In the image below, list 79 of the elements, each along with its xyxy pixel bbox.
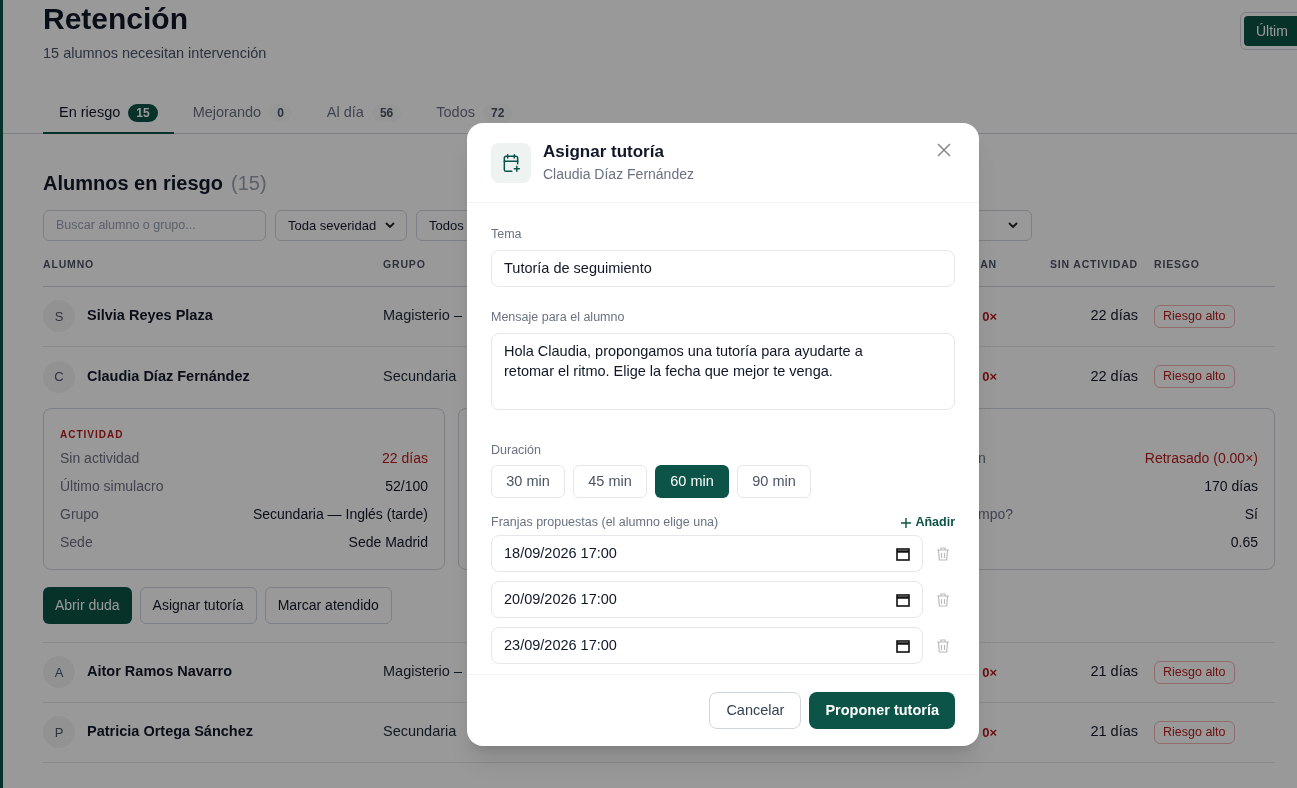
detail-label: Sin actividad — [60, 449, 140, 469]
table-cell-text: 0× — [982, 723, 997, 742]
search-field[interactable]: Buscar alumno o grupo... — [43, 209, 266, 241]
action-button[interactable]: Marcar atendido — [264, 586, 392, 624]
table-cell: Magisterio – — [383, 663, 462, 680]
field-label: Duración — [491, 441, 543, 459]
tab[interactable]: Al día 56 — [310, 94, 418, 134]
detail-value: Sede Madrid — [348, 533, 428, 553]
detail-value: Sí — [1244, 505, 1258, 525]
action-button[interactable]: Asignar tutoría — [139, 586, 257, 624]
dialog-title: Asignar tutoría — [543, 141, 665, 163]
count-badge: 56 — [371, 104, 402, 123]
section-title: Alumnos en riesgo — [43, 170, 224, 196]
duration-option[interactable]: 60 min — [655, 465, 729, 499]
detail-value: 52/100 — [385, 477, 428, 497]
duration-option[interactable]: 90 min — [737, 465, 811, 499]
avatar-initial: P — [43, 716, 75, 749]
avatar-initial: A — [43, 656, 75, 689]
date-field[interactable]: 23/09/2026 17:00 — [491, 627, 923, 664]
detail-label: Sede — [60, 533, 93, 553]
column-header: ALUMNO — [43, 257, 95, 273]
risk-badge: Riesgo alto — [1154, 304, 1235, 328]
risk-badge: Riesgo alto — [1154, 660, 1235, 684]
field-label: Tema — [491, 226, 523, 243]
avatar-initial: C — [43, 360, 75, 393]
dialog-subtitle: Claudia Díaz Fernández — [543, 165, 694, 184]
table-cell-text: 0× — [982, 663, 997, 682]
table-cell-text: 22 días — [1090, 366, 1138, 386]
student-name: Silvia Reyes Plaza — [87, 306, 213, 326]
card-title: ACTIVIDAD — [60, 427, 125, 441]
topic-field[interactable]: Tutoría de seguimiento — [491, 249, 955, 287]
avatar-initial: S — [43, 300, 75, 333]
table-cell-text: 21 días — [1090, 722, 1138, 742]
add-link[interactable]: Añadir — [901, 513, 955, 532]
table-cell-text: 22 días — [1090, 306, 1138, 326]
page-title: Retención — [43, 1, 190, 37]
table-cell: Secundaria — [383, 723, 457, 740]
detail-value: 22 días — [382, 449, 428, 469]
cancel-button[interactable]: Cancelar — [709, 692, 802, 729]
risk-badge: Riesgo alto — [1154, 365, 1235, 389]
detail-value: 0.65 — [1230, 533, 1258, 553]
column-header: AN — [980, 257, 997, 273]
risk-badge: Riesgo alto — [1154, 720, 1235, 744]
count-badge: 72 — [483, 104, 513, 123]
message-field[interactable]: Hola Claudia, propongamos una tutoría para ayudarte a retomar el ritmo. Elige la fecha que mejor te venga. — [491, 332, 955, 410]
student-name: Aitor Ramos Navarro — [87, 662, 233, 682]
latest-button[interactable]: Últim — [1244, 16, 1297, 46]
student-name: Claudia Díaz Fernández — [87, 366, 250, 386]
duration-option[interactable]: 30 min — [491, 465, 565, 499]
tab[interactable]: Mejorando 0 — [176, 94, 308, 134]
student-name: Patricia Ortega Sánchez — [87, 722, 253, 742]
select-dropdown[interactable]: Toda severidad — [275, 209, 407, 241]
table-cell-text: 0× — [982, 307, 997, 326]
count-badge: 0 — [269, 104, 292, 123]
duration-option[interactable]: 45 min — [573, 465, 647, 499]
column-header: RIESGO — [1154, 257, 1200, 273]
date-field[interactable]: 20/09/2026 17:00 — [491, 581, 923, 618]
table-cell-text: 21 días — [1090, 662, 1138, 682]
field-label: Mensaje para el alumno — [491, 308, 626, 326]
column-header: SIN ACTIVIDAD — [1049, 257, 1138, 273]
detail-value: Retrasado (0.00×) — [1144, 449, 1258, 469]
date-field[interactable]: 18/09/2026 17:00 — [491, 535, 923, 572]
table-cell-text: 0× — [982, 368, 997, 386]
detail-value: 170 días — [1204, 477, 1258, 497]
action-button[interactable]: Abrir duda — [43, 586, 132, 624]
detail-label: Último simulacro — [60, 477, 164, 497]
column-header: GRUPO — [383, 257, 426, 273]
count-badge: 15 — [128, 104, 158, 123]
detail-label: Grupo — [60, 505, 99, 525]
submit-button[interactable]: Proponer tutoría — [809, 692, 955, 729]
field-label: Franjas propuestas (el alumno elige una) — [491, 514, 719, 532]
table-cell: Secundaria — [383, 367, 457, 384]
detail-label: mpo? — [978, 505, 1014, 525]
detail-label: n — [978, 449, 986, 469]
tab[interactable]: En riesgo 15 — [43, 94, 174, 134]
page-subtitle: 15 alumnos necesitan intervención — [43, 44, 267, 63]
section-count: (15) — [231, 170, 267, 196]
table-cell: Magisterio – — [383, 307, 462, 324]
detail-value: Secundaria — Inglés (tarde) — [252, 505, 428, 525]
